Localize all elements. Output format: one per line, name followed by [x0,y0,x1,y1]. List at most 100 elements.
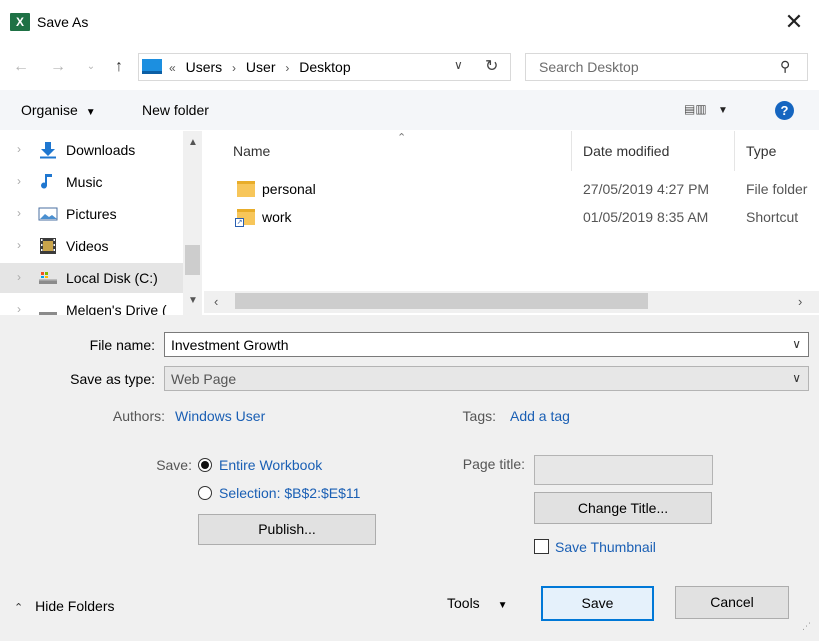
nav-item-label: Pictures [66,206,117,222]
authors-value[interactable]: Windows User [175,408,265,424]
file-type: File folder [746,181,808,197]
column-header-type[interactable]: Type [746,143,776,159]
chevron-right-icon[interactable]: › [17,206,21,220]
column-header-date-modified[interactable]: Date modified [583,143,669,159]
folder-shortcut-icon: ↗ [235,209,255,227]
refresh-icon[interactable]: ↻ [485,56,498,76]
chevron-right-icon[interactable]: › [232,61,236,75]
nav-item-pictures[interactable]: › Pictures [0,199,183,229]
caret-down-icon: ▼ [497,600,508,611]
nav-item-label: Downloads [66,142,136,158]
videos-icon [38,237,58,255]
search-icon[interactable]: ⚲ [780,58,790,75]
save-as-type-value: Web Page [171,371,237,387]
column-header-name[interactable]: Name [233,143,270,159]
pictures-icon [38,205,58,223]
breadcrumb-user[interactable]: User [246,59,276,75]
column-divider[interactable] [571,131,572,171]
tools-button[interactable]: Tools ▼ [447,595,507,611]
chevron-right-icon[interactable]: › [17,302,21,315]
hide-folders-label: Hide Folders [35,598,115,614]
chevron-down-icon[interactable]: ∨ [454,58,463,72]
toolbar: Organise ▼ New folder ▤▥ ▼ ? [0,90,819,130]
forward-arrow-icon[interactable]: → [47,55,69,79]
cancel-button[interactable]: Cancel [675,586,789,619]
title-bar: X Save As ✕ [0,0,819,46]
file-name-input[interactable] [165,333,808,356]
address-bar[interactable]: « Users › User › Desktop ∨ ↻ [138,53,511,81]
horizontal-scrollbar[interactable]: ‹ › [204,291,819,313]
column-divider[interactable] [734,131,735,171]
breadcrumb-desktop[interactable]: Desktop [299,59,350,75]
save-as-type-label: Save as type: [70,371,155,387]
scroll-up-icon[interactable]: ▲ [188,137,198,148]
scroll-right-icon[interactable]: › [798,294,802,309]
breadcrumb: « Users › User › Desktop [169,59,351,75]
nav-item-label: Music [66,174,103,190]
hide-folders-button[interactable]: ⌃ Hide Folders [14,598,114,614]
excel-icon: X [10,13,30,31]
file-name: work [262,209,292,225]
resize-grip-icon[interactable]: ⋰ [802,621,811,632]
breadcrumb-overflow[interactable]: « [169,61,176,75]
chevron-right-icon[interactable]: › [17,142,21,156]
up-arrow-icon[interactable]: ↑ [108,55,130,79]
new-folder-button[interactable]: New folder [142,102,209,118]
nav-item-local-disk[interactable]: › Local Disk (C:) [0,263,183,293]
file-date: 01/05/2019 8:35 AM [583,209,709,225]
selection-label[interactable]: Selection: $B$2:$E$11 [219,485,360,501]
save-thumbnail-label[interactable]: Save Thumbnail [555,539,656,555]
back-arrow-icon[interactable]: ← [10,55,32,79]
radio-selection[interactable] [198,486,212,500]
radio-entire-workbook[interactable] [198,458,212,472]
save-as-type-select[interactable]: Web Page ∨ [164,366,809,391]
help-icon[interactable]: ? [775,101,794,120]
scroll-thumb[interactable] [235,293,648,309]
save-options-panel: File name: ∨ Save as type: Web Page ∨ Au… [0,315,819,641]
publish-button[interactable]: Publish... [198,514,376,545]
save-button[interactable]: Save [541,586,654,621]
chevron-right-icon[interactable]: › [17,238,21,252]
scroll-left-icon[interactable]: ‹ [214,294,218,309]
close-button[interactable]: ✕ [776,6,812,38]
nav-item-melgens-drive[interactable]: › Melgen's Drive ( [0,295,183,315]
chevron-right-icon[interactable]: › [17,174,21,188]
nav-item-videos[interactable]: › Videos [0,231,183,261]
file-name: personal [262,181,316,197]
window-title: Save As [37,14,89,30]
organise-label: Organise [21,102,78,118]
view-options-button[interactable]: ▤▥ ▼ [684,102,728,116]
page-title-field[interactable] [534,455,713,485]
breadcrumb-users[interactable]: Users [186,59,223,75]
scroll-down-icon[interactable]: ▼ [188,295,198,306]
caret-down-icon: ▼ [85,107,96,118]
file-type: Shortcut [746,209,799,225]
nav-item-downloads[interactable]: › Downloads [0,135,183,165]
search-input[interactable] [526,54,776,80]
recent-locations-chevron-icon[interactable]: ⌄ [80,55,102,79]
save-label: Save: [156,457,192,473]
network-drive-icon [38,301,58,315]
chevron-down-icon[interactable]: ∨ [792,371,801,385]
search-box[interactable]: ⚲ [525,53,808,81]
caret-down-icon: ▼ [718,105,728,116]
download-arrow-icon [38,141,58,159]
entire-workbook-label[interactable]: Entire Workbook [219,457,322,473]
file-row-personal[interactable]: personal 27/05/2019 4:27 PM File folder [204,176,819,204]
desktop-icon [142,59,162,74]
scroll-thumb[interactable] [185,245,200,275]
chevron-right-icon[interactable]: › [285,61,289,75]
chevron-right-icon[interactable]: › [17,270,21,284]
organise-button[interactable]: Organise ▼ [21,102,96,118]
save-thumbnail-checkbox[interactable] [534,539,549,554]
change-title-button[interactable]: Change Title... [534,492,712,524]
file-row-work[interactable]: ↗ work 01/05/2019 8:35 AM Shortcut [204,204,819,232]
file-date: 27/05/2019 4:27 PM [583,181,710,197]
chevron-down-icon[interactable]: ∨ [792,337,801,351]
file-name-label: File name: [89,337,155,353]
file-name-field[interactable]: ∨ [164,332,809,357]
page-title-label: Page title: [462,456,525,472]
nav-scrollbar[interactable]: ▲ ▼ [183,131,202,315]
nav-item-music[interactable]: › Music [0,167,183,197]
add-tag-link[interactable]: Add a tag [510,408,570,424]
